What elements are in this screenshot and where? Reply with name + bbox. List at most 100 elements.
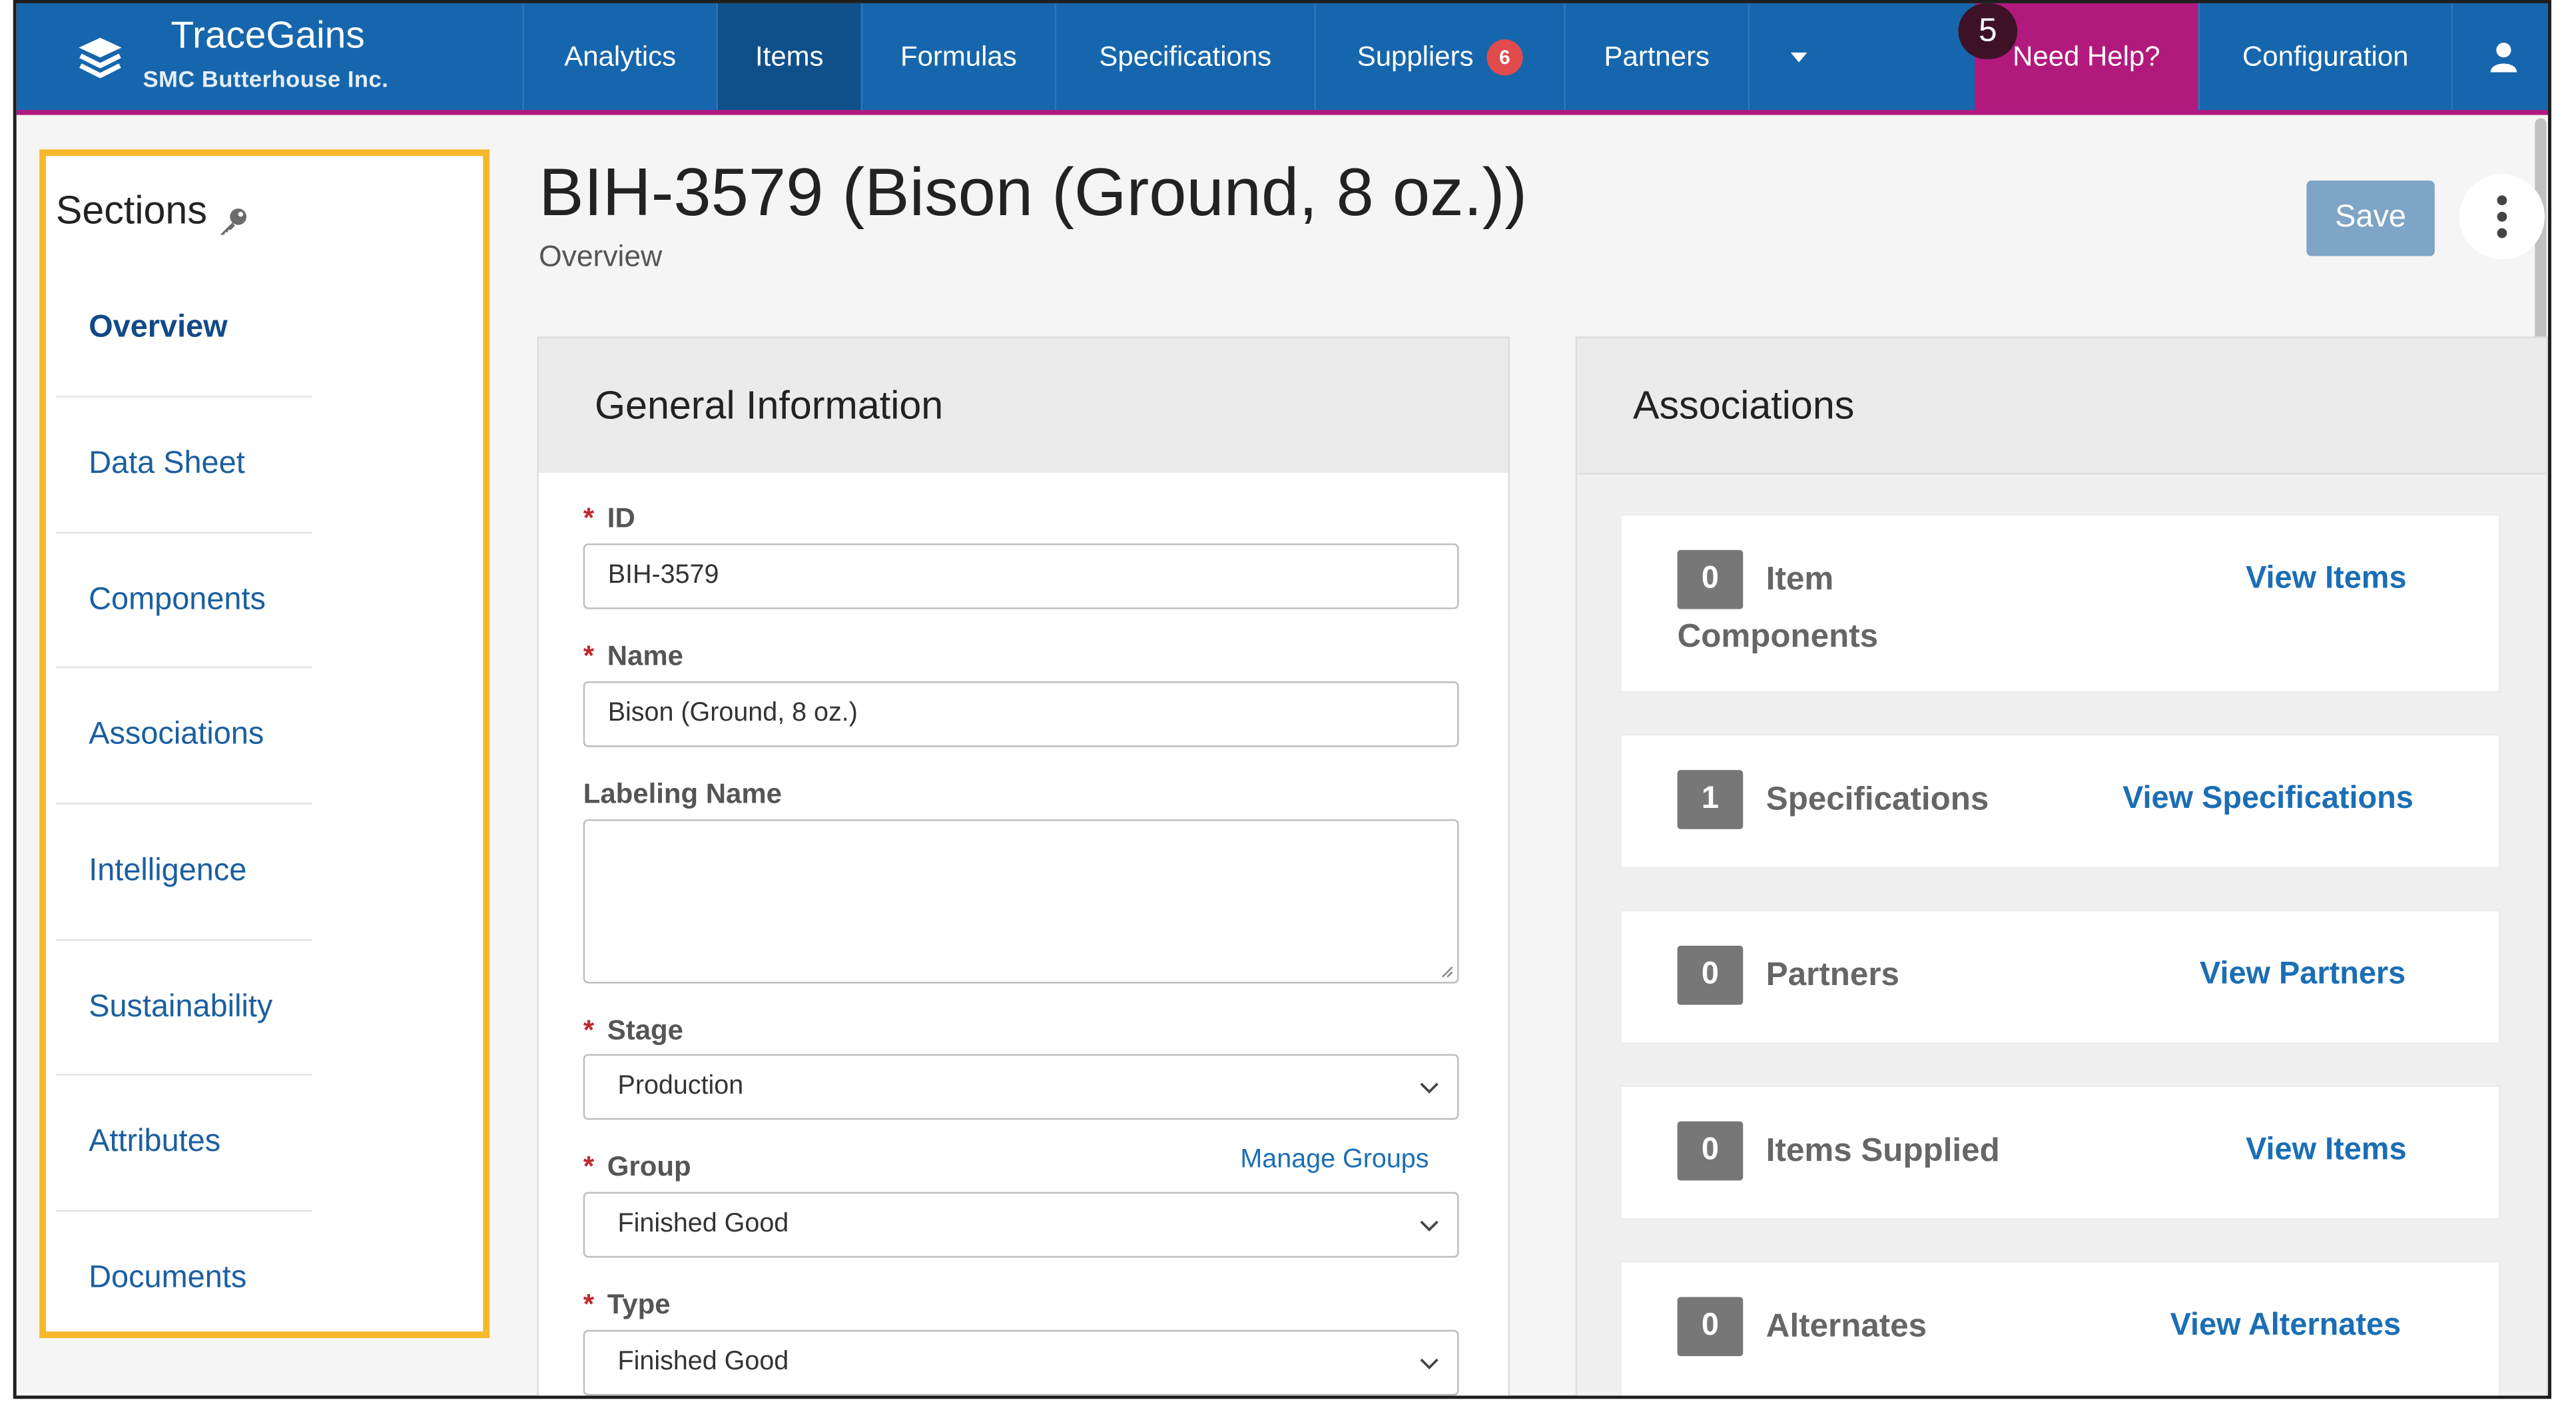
sidebar-item-attributes[interactable]: Attributes — [56, 1076, 312, 1210]
resize-grip-icon[interactable] — [1441, 965, 1454, 978]
id-value: BIH-3579 — [607, 561, 719, 589]
association-card-item-components: 0 Item Components View Items — [1621, 516, 2499, 691]
user-icon — [2490, 41, 2517, 72]
save-button[interactable]: Save — [2306, 180, 2435, 256]
group-select[interactable]: Finished Good — [583, 1192, 1459, 1258]
id-label: * ID — [583, 502, 635, 535]
association-card-alternates: 0 Alternates View Alternates — [1621, 1262, 2499, 1396]
association-card-items-supplied: 0 Items Supplied View Items — [1621, 1086, 2499, 1219]
name-label-text: Name — [607, 640, 684, 672]
view-items-link[interactable]: View Items — [2246, 561, 2406, 597]
sidebar-item-documents[interactable]: Documents — [56, 1212, 312, 1346]
view-alternates-link[interactable]: View Alternates — [2170, 1309, 2401, 1345]
stack-logo-icon — [79, 37, 122, 79]
name-label: * Name — [583, 640, 683, 673]
nav-analytics[interactable]: Analytics — [522, 3, 716, 111]
nav-label: Partners — [1604, 40, 1710, 72]
chevron-down-icon — [1420, 1220, 1439, 1232]
associations-panel: Associations 0 Item Components View Item… — [1575, 336, 2549, 1396]
stage-label-text: Stage — [607, 1014, 683, 1046]
sidebar-title: Sections — [55, 188, 207, 234]
sidebar-item-label: Components — [89, 583, 266, 617]
nav-formulas[interactable]: Formulas — [860, 3, 1055, 111]
sidebar-item-intelligence[interactable]: Intelligence — [56, 805, 312, 939]
association-label: Specifications — [1766, 781, 1989, 818]
association-card-specifications: 1 Specifications View Specifications — [1621, 735, 2499, 867]
sections-sidebar: Sections Overview Data Sheet Components … — [39, 149, 490, 1339]
stage-label: * Stage — [583, 1014, 683, 1047]
sidebar-item-label: Data Sheet — [89, 446, 245, 482]
sidebar-item-label: Overview — [89, 310, 228, 345]
screenshot-stage: TraceGains SMC Butterhouse Inc. Analytic… — [0, 0, 2576, 1412]
required-marker: * — [583, 1014, 595, 1046]
user-menu-button[interactable] — [2451, 3, 2548, 111]
count-badge: 0 — [1677, 945, 1744, 1005]
app-window: TraceGains SMC Butterhouse Inc. Analytic… — [13, 0, 2551, 1399]
group-label: * Group — [583, 1151, 691, 1184]
sidebar-item-associations[interactable]: Associations — [56, 668, 312, 803]
type-label: * Type — [583, 1289, 671, 1321]
type-select[interactable]: Finished Good — [583, 1329, 1459, 1396]
panel-title: General Information — [594, 384, 944, 429]
stage-select[interactable]: Production — [583, 1054, 1459, 1120]
vertical-ellipsis-icon — [2497, 195, 2507, 238]
panel-header: Associations — [1577, 338, 2547, 475]
sidebar-item-label: Attributes — [89, 1124, 221, 1160]
association-label: Alternates — [1766, 1308, 1927, 1345]
caret-down-icon — [1789, 51, 1807, 62]
nav-suppliers[interactable]: Suppliers 6 — [1314, 3, 1564, 111]
labeling-name-textarea[interactable] — [583, 819, 1459, 984]
labeling-name-label: Labeling Name — [583, 778, 782, 811]
sidebar-item-sustainability[interactable]: Sustainability — [56, 941, 312, 1076]
brand-name: TraceGains — [170, 13, 365, 56]
association-label-line2: Components — [1677, 619, 1879, 655]
view-items-link[interactable]: View Items — [2246, 1133, 2406, 1169]
nav-label: Formulas — [900, 40, 1017, 72]
help-notification-count: 5 — [1958, 3, 2018, 59]
nav-label: Items — [755, 40, 824, 72]
manage-groups-link[interactable]: Manage Groups — [1240, 1146, 1429, 1176]
required-marker: * — [583, 640, 595, 672]
panel-title: Associations — [1632, 384, 1855, 429]
count-badge: 0 — [1677, 1121, 1744, 1181]
nav-items[interactable]: Items — [716, 3, 861, 111]
sidebar-item-label: Associations — [89, 717, 264, 753]
association-label: Items Supplied — [1766, 1132, 2000, 1170]
group-label-text: Group — [607, 1151, 691, 1182]
key-icon[interactable] — [217, 205, 250, 238]
page-title: BIH-3579 (Bison (Ground, 8 oz.)) — [539, 154, 1528, 230]
association-label: Item — [1766, 561, 1834, 598]
view-partners-link[interactable]: View Partners — [2200, 957, 2406, 993]
suppliers-count-badge: 6 — [1486, 38, 1523, 75]
required-marker: * — [583, 1151, 595, 1182]
nav-configuration[interactable]: Configuration — [2198, 3, 2451, 111]
sidebar-item-label: Intelligence — [89, 853, 247, 888]
panel-header: General Information — [539, 338, 1508, 473]
required-marker: * — [583, 502, 595, 534]
view-specifications-link[interactable]: View Specifications — [2122, 781, 2414, 817]
labeling-name-label-text: Labeling Name — [583, 778, 783, 810]
type-label-text: Type — [607, 1289, 671, 1320]
top-nav-bar: TraceGains SMC Butterhouse Inc. Analytic… — [16, 3, 2549, 115]
required-marker: * — [583, 1289, 595, 1320]
sidebar-item-label: Sustainability — [89, 990, 273, 1025]
chevron-down-icon — [1420, 1358, 1439, 1370]
group-value: Finished Good — [617, 1210, 789, 1238]
nav-more-dropdown[interactable] — [1748, 3, 1847, 111]
name-value: Bison (Ground, 8 oz.) — [607, 699, 858, 728]
count-badge: 1 — [1677, 770, 1744, 829]
sidebar-item-data-sheet[interactable]: Data Sheet — [56, 398, 312, 532]
name-field[interactable]: Bison (Ground, 8 oz.) — [583, 681, 1459, 747]
more-options-button[interactable] — [2459, 174, 2545, 260]
nav-label: Analytics — [564, 40, 677, 72]
company-name: SMC Butterhouse Inc. — [143, 65, 389, 93]
sidebar-item-overview[interactable]: Overview — [56, 261, 312, 396]
brand[interactable]: TraceGains SMC Butterhouse Inc. — [17, 3, 523, 110]
nav-specifications[interactable]: Specifications — [1054, 3, 1315, 111]
nav-partners[interactable]: Partners — [1564, 3, 1748, 111]
id-label-text: ID — [607, 502, 635, 534]
general-information-panel: General Information * ID BIH-3579 * Name B… — [537, 336, 1510, 1396]
association-label: Partners — [1766, 957, 1900, 994]
id-field[interactable]: BIH-3579 — [583, 543, 1459, 609]
sidebar-item-components[interactable]: Components — [56, 533, 312, 668]
